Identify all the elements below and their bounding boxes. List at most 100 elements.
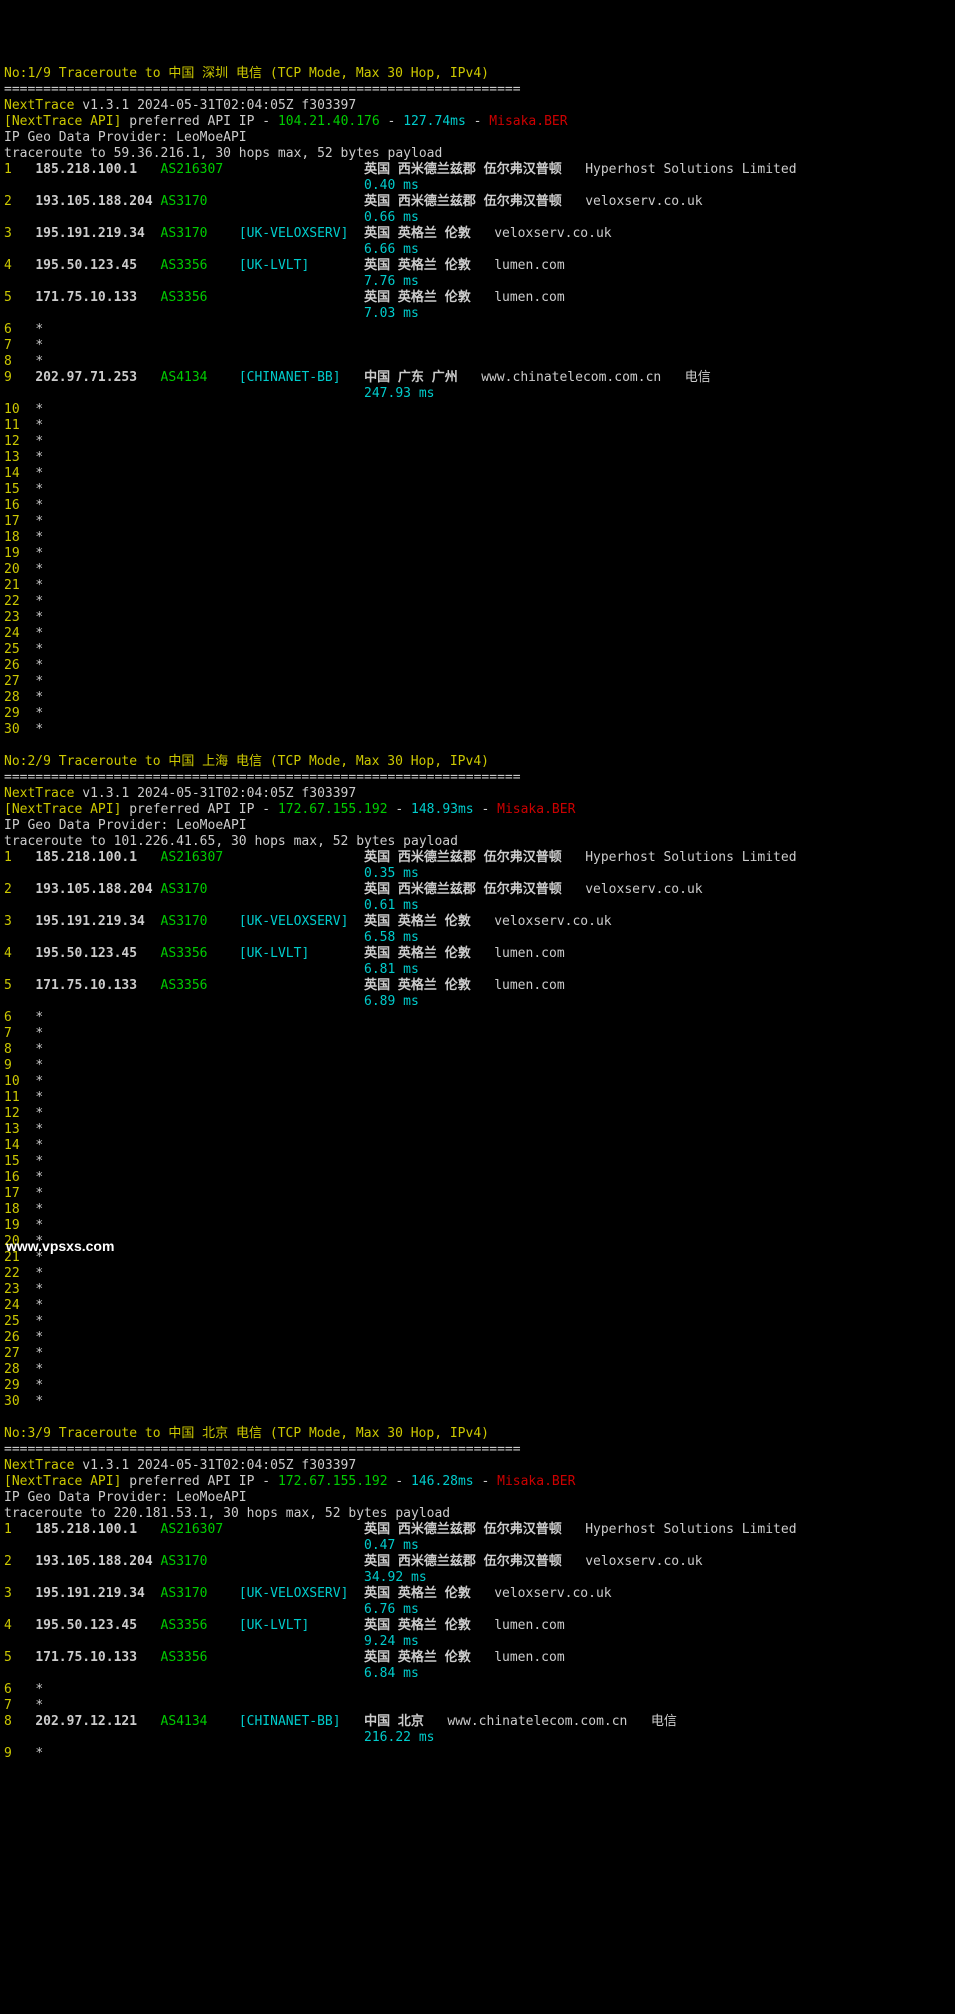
hop-host: Hyperhost Solutions Limited (585, 1522, 796, 1537)
hop-num: 3 (4, 1586, 35, 1601)
separator: ========================================… (4, 1442, 521, 1457)
hop-star: * (35, 466, 43, 481)
hop-asn: AS3170 (161, 914, 239, 929)
hop-star: * (35, 658, 43, 673)
hop-num: 13 (4, 1122, 35, 1137)
hop-star: * (35, 690, 43, 705)
hop-star: * (35, 418, 43, 433)
hop-ip: 195.191.219.34 (35, 1586, 160, 1601)
hop-num: 19 (4, 1218, 35, 1233)
hop-location: 英国 英格兰 伦敦 (364, 1650, 471, 1665)
geo-provider: IP Geo Data Provider: LeoMoeAPI (4, 130, 247, 145)
api-text: preferred API IP - (121, 802, 278, 817)
hop-star: * (35, 530, 43, 545)
api-text: preferred API IP - (121, 1474, 278, 1489)
hop-num: 19 (4, 546, 35, 561)
hop-num: 16 (4, 1170, 35, 1185)
hop-star: * (35, 722, 43, 737)
hop-ip: 185.218.100.1 (35, 1522, 160, 1537)
hop-num: 27 (4, 1346, 35, 1361)
hop-num: 25 (4, 642, 35, 657)
hop-host: veloxserv.co.uk (494, 1586, 611, 1601)
geo-provider: IP Geo Data Provider: LeoMoeAPI (4, 1490, 247, 1505)
hop-num: 9 (4, 370, 35, 385)
hop-asn: AS3170 (161, 226, 239, 241)
hop-num: 26 (4, 1330, 35, 1345)
hop-asn: AS3356 (161, 946, 239, 961)
hop-star: * (35, 1218, 43, 1233)
hop-num: 6 (4, 1682, 35, 1697)
hop-num: 22 (4, 1266, 35, 1281)
hop-network: [UK-VELOXSERV] (239, 914, 364, 929)
hop-num: 14 (4, 466, 35, 481)
hop-rtt: 0.35 ms (364, 866, 419, 881)
hop-rtt: 7.76 ms (364, 274, 419, 289)
hop-host: lumen.com (494, 290, 564, 305)
api-ip: 172.67.155.192 (278, 1474, 388, 1489)
hop-num: 8 (4, 1042, 35, 1057)
hop-network: [UK-LVLT] (239, 1618, 364, 1633)
hop-num: 1 (4, 850, 35, 865)
hop-star: * (35, 1010, 43, 1025)
geo-provider: IP Geo Data Provider: LeoMoeAPI (4, 818, 247, 833)
api-rtt: 146.28ms (411, 1474, 474, 1489)
hop-num: 8 (4, 1714, 35, 1729)
hop-asn: AS3356 (161, 258, 239, 273)
hop-ip: 193.105.188.204 (35, 882, 160, 897)
hop-star: * (35, 626, 43, 641)
hop-ip: 171.75.10.133 (35, 978, 160, 993)
hop-ip: 193.105.188.204 (35, 194, 160, 209)
api-ip: 104.21.40.176 (278, 114, 380, 129)
nexttrace-label: NextTrace (4, 1458, 74, 1473)
hop-rtt: 0.61 ms (364, 898, 419, 913)
hop-num: 11 (4, 1090, 35, 1105)
hop-location: 英国 英格兰 伦敦 (364, 226, 471, 241)
hop-num: 30 (4, 1394, 35, 1409)
hop-rtt: 9.24 ms (364, 1634, 419, 1649)
hop-num: 15 (4, 482, 35, 497)
trace-header: No:3/9 Traceroute to 中国 北京 电信 (TCP Mode,… (4, 1426, 489, 1441)
hop-rtt: 0.66 ms (364, 210, 419, 225)
hop-asn: AS3356 (161, 1650, 239, 1665)
hop-network (239, 1650, 364, 1665)
hop-star: * (35, 434, 43, 449)
hop-num: 8 (4, 354, 35, 369)
hop-host: veloxserv.co.uk (585, 194, 702, 209)
api-node: Misaka.BER (497, 802, 575, 817)
hop-asn: AS3356 (161, 1618, 239, 1633)
hop-num: 28 (4, 690, 35, 705)
hop-rtt: 6.84 ms (364, 1666, 419, 1681)
hop-host: lumen.com (494, 258, 564, 273)
hop-star: * (35, 1138, 43, 1153)
hop-num: 5 (4, 290, 35, 305)
hop-ip: 202.97.71.253 (35, 370, 160, 385)
hop-num: 2 (4, 194, 35, 209)
hop-ip: 195.191.219.34 (35, 226, 160, 241)
api-rtt: 148.93ms (411, 802, 474, 817)
hop-num: 23 (4, 1282, 35, 1297)
hop-location: 英国 英格兰 伦敦 (364, 978, 471, 993)
separator: ========================================… (4, 82, 521, 97)
hop-num: 9 (4, 1058, 35, 1073)
hop-rtt: 7.03 ms (364, 306, 419, 321)
hop-num: 6 (4, 322, 35, 337)
hop-num: 23 (4, 610, 35, 625)
hop-num: 12 (4, 434, 35, 449)
hop-ip: 195.50.123.45 (35, 1618, 160, 1633)
hop-network (239, 882, 364, 897)
hop-asn: AS3356 (161, 978, 239, 993)
hop-num: 17 (4, 1186, 35, 1201)
hop-location: 英国 西米德兰兹郡 伍尔弗汉普顿 (364, 162, 562, 177)
hop-num: 3 (4, 914, 35, 929)
hop-num: 10 (4, 1074, 35, 1089)
hop-ip: 171.75.10.133 (35, 1650, 160, 1665)
hop-host: lumen.com (494, 1650, 564, 1665)
hop-tag: 电信 (651, 1714, 677, 1729)
hop-num: 26 (4, 658, 35, 673)
hop-num: 7 (4, 1026, 35, 1041)
hop-location: 中国 北京 (364, 1714, 424, 1729)
hop-host: veloxserv.co.uk (585, 882, 702, 897)
hop-star: * (35, 514, 43, 529)
hop-star: * (35, 706, 43, 721)
hop-num: 4 (4, 946, 35, 961)
